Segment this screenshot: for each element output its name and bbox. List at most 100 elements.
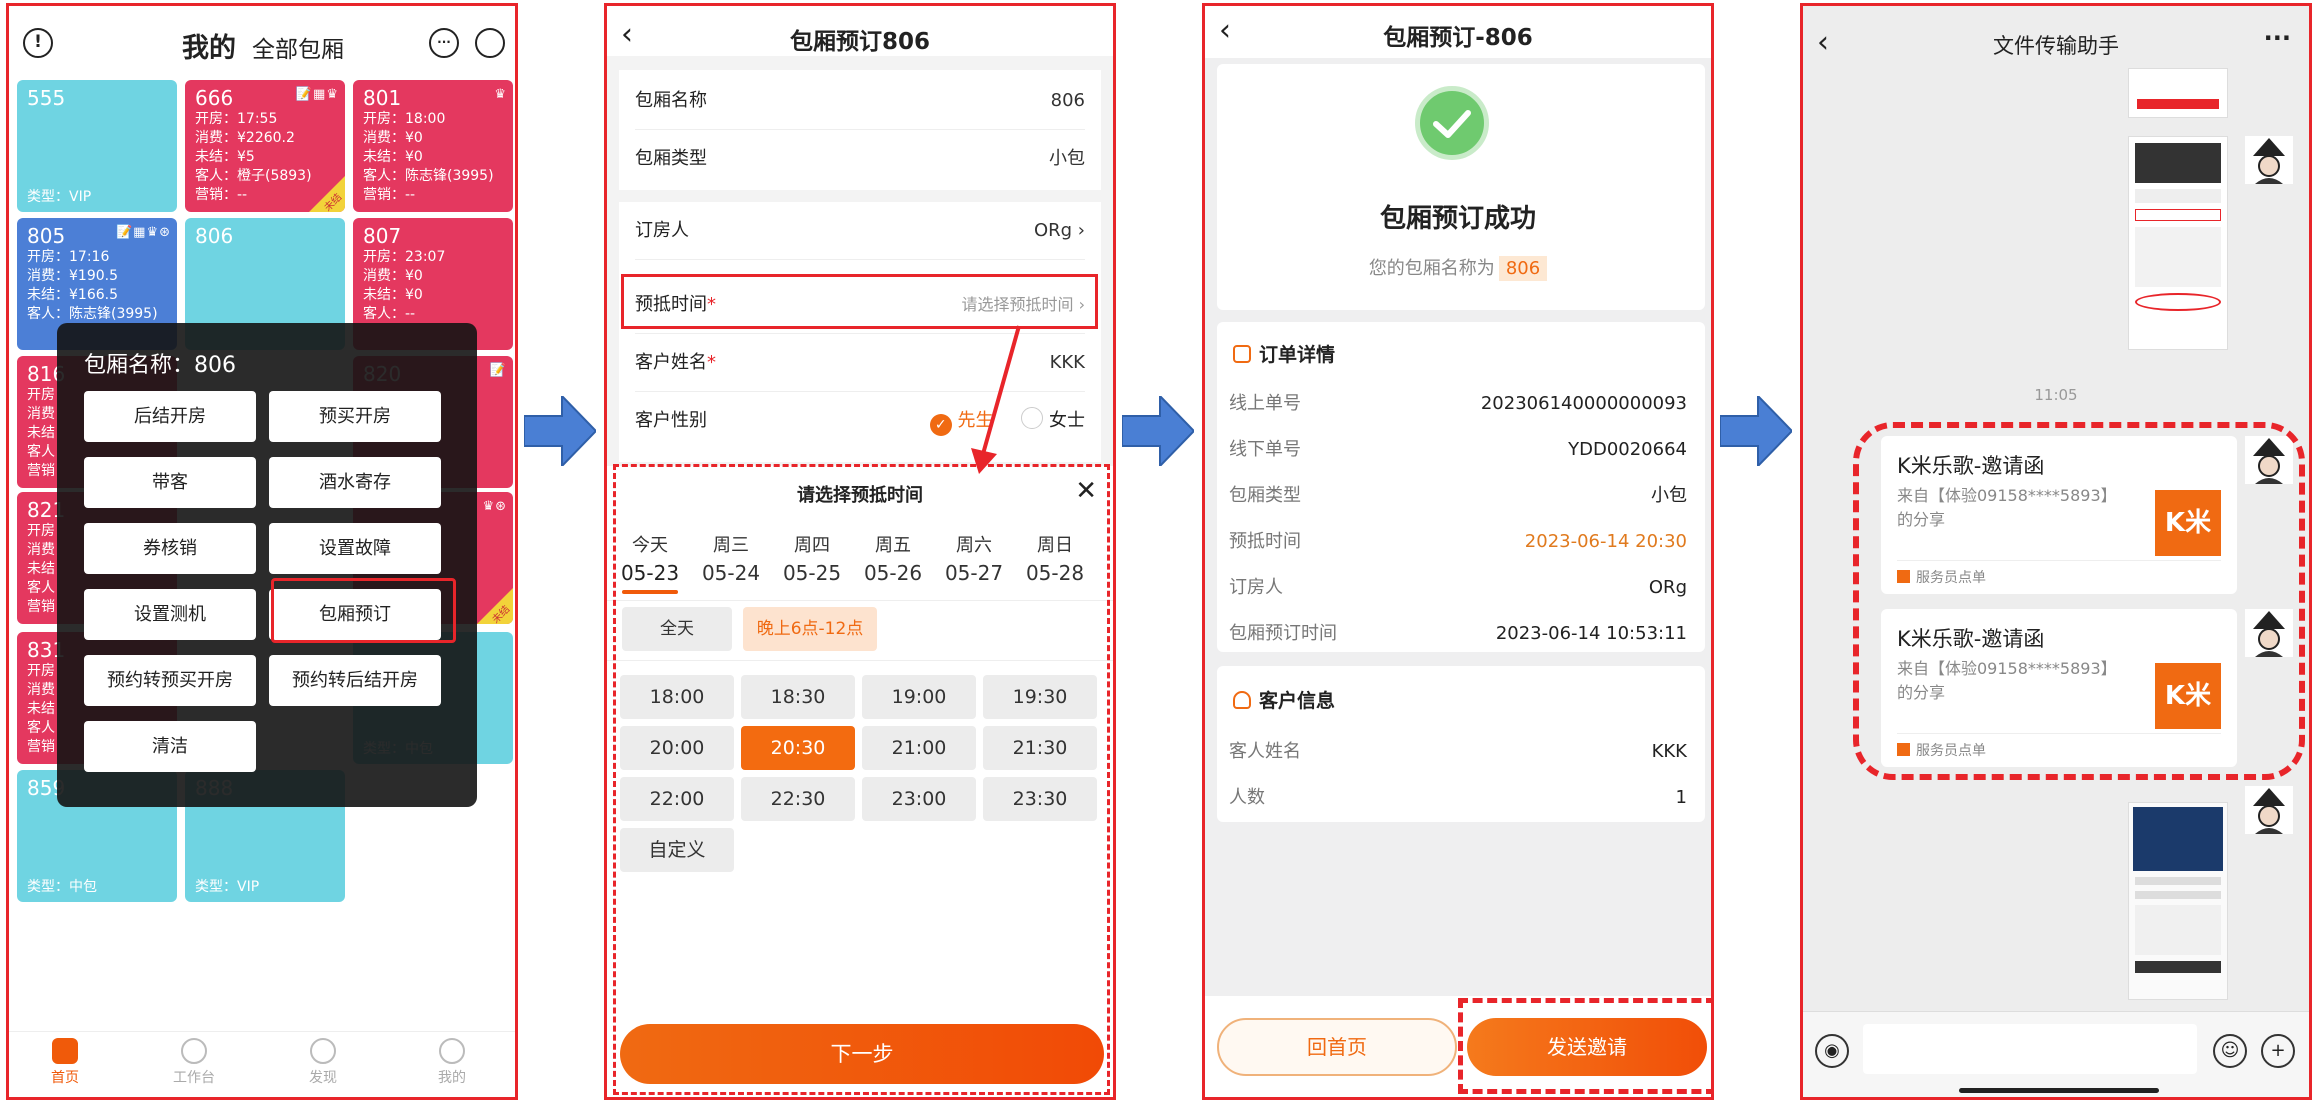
menu-action-button[interactable]: 预买开房 <box>269 391 441 442</box>
room-tile[interactable]: 555 类型：VIP <box>17 80 177 212</box>
detail-row: 客人姓名 KKK <box>1229 737 1687 767</box>
detail-label: 订房人 <box>1229 577 1283 598</box>
menu-title: 包厢名称：806 <box>84 353 236 378</box>
tab-label: 发现 <box>309 1070 337 1086</box>
menu-action-button[interactable]: 预约转预买开房 <box>84 655 256 706</box>
detail-row: 线下单号 YDD0020664 <box>1229 435 1687 465</box>
home-indicator <box>1959 1088 2159 1093</box>
screenshot-message[interactable] <box>2128 136 2228 350</box>
room-stat: 客人：-- <box>363 306 416 322</box>
field-label: 客户性别 <box>635 410 707 431</box>
detail-label: 预抵时间 <box>1229 531 1301 552</box>
page-title: 包厢预订-806 <box>1383 25 1533 51</box>
detail-value: 202306140000000093 <box>1480 393 1687 414</box>
detail-label: 线上单号 <box>1229 393 1301 414</box>
booker-row[interactable]: 订房人 ORg › <box>635 202 1085 260</box>
more-icon[interactable]: ··· <box>2264 24 2291 52</box>
search-icon[interactable] <box>475 28 505 58</box>
success-sub-label: 您的包厢名称为 <box>1368 258 1495 279</box>
room-info-card: 包厢名称 806 包厢类型 小包 <box>619 70 1101 190</box>
message-input[interactable] <box>1863 1024 2197 1074</box>
check-icon <box>1415 86 1489 160</box>
avatar[interactable] <box>2245 786 2293 834</box>
gender-female[interactable]: 女士 <box>1049 410 1085 431</box>
thumb-detail <box>2137 99 2219 109</box>
menu-action-button[interactable]: 后结开房 <box>84 391 256 442</box>
customer-section-title: 客户信息 <box>1233 686 1335 713</box>
add-icon[interactable]: + <box>2261 1034 2295 1068</box>
room-type: 类型：VIP <box>27 189 92 205</box>
order-title: 订单详情 <box>1259 344 1336 366</box>
tab-mine[interactable]: 我的 <box>412 1038 492 1087</box>
room-stat: 客人：陈志锋(3995) <box>27 306 158 322</box>
message-icon[interactable]: ··· <box>429 28 459 58</box>
alert-icon[interactable]: ! <box>23 28 53 58</box>
flow-arrow-icon <box>1122 396 1194 466</box>
home-button[interactable]: 回首页 <box>1217 1018 1457 1076</box>
thumb-detail <box>2135 209 2221 221</box>
tab-discover[interactable]: 发现 <box>283 1038 363 1087</box>
emoji-icon[interactable]: ☺ <box>2213 1034 2247 1068</box>
success-title: 包厢预订成功 <box>1379 204 1536 234</box>
screenshot-message[interactable] <box>2128 802 2228 1000</box>
room-stats: 开房 消费 未结 客人 营销 <box>27 522 55 617</box>
thumb-detail <box>2135 905 2221 955</box>
room-stat: 消费：¥0 <box>363 130 423 146</box>
message-input-bar: ◉ ☺ + <box>1803 1011 2309 1097</box>
room-stat: 客人：橙子(5893) <box>195 168 312 184</box>
room-stat: 未结 <box>27 701 55 717</box>
room-stat: 营销：-- <box>363 187 416 203</box>
room-type: 类型：中包 <box>27 879 97 895</box>
workbench-icon <box>181 1038 207 1064</box>
room-tile[interactable]: 801 ♛ 开房：18:00 消费：¥0 未结：¥0 客人：陈志锋(3995) 营销：-- <box>353 80 513 212</box>
room-stats: 开房：18:00 消费：¥0 未结：¥0 客人：陈志锋(3995) 营销：-- <box>363 110 494 205</box>
voice-icon[interactable]: ◉ <box>1815 1034 1849 1068</box>
tab-workbench[interactable]: 工作台 <box>154 1038 234 1087</box>
compass-icon <box>310 1038 336 1064</box>
thumb-detail <box>2135 293 2221 311</box>
screenshot-message[interactable] <box>2128 68 2228 118</box>
avatar[interactable] <box>2245 136 2293 184</box>
room-type: 类型：VIP <box>195 879 260 895</box>
detail-label: 包厢预订时间 <box>1229 623 1337 644</box>
pointer-arrow-icon <box>971 325 1021 474</box>
room-stat: 客人：陈志锋(3995) <box>363 168 494 184</box>
menu-action-button[interactable]: 设置测机 <box>84 589 256 640</box>
tab-home[interactable]: 首页 <box>25 1038 105 1087</box>
room-stat: 未结：¥0 <box>363 287 423 303</box>
thumb-detail <box>2135 891 2221 899</box>
field-value: 806 <box>1050 90 1085 111</box>
room-type-row: 包厢类型 小包 <box>635 130 1085 188</box>
room-stat: 消费：¥0 <box>363 268 423 284</box>
tab-label: 首页 <box>51 1070 79 1086</box>
order-icon <box>1233 345 1251 363</box>
room-stat: 消费 <box>27 406 55 422</box>
room-stats: 开房 消费 未结 客人 营销 <box>27 386 55 481</box>
room-tile[interactable]: 666 📝▦♛ 开房：17:55 消费：¥2260.2 未结：¥5 客人：橙子(5893)… <box>185 80 345 212</box>
room-list-screen: ! 我的 全部包厢 ··· 555 类型：VIP 666 📝▦♛ 开房：17:55 消费：… <box>6 3 518 1100</box>
room-action-menu: 包厢名称：806 后结开房 预买开房 带客 酒水寄存 券核销 设置故障 设置测机 包厢预订 预约… <box>57 323 477 807</box>
filter-all-rooms[interactable]: 全部包厢 <box>252 30 344 64</box>
field-label: 包厢类型 <box>635 148 707 169</box>
header: ! 我的 全部包厢 ··· <box>9 6 515 78</box>
room-number: 805 <box>27 224 66 248</box>
menu-action-button[interactable]: 清洁 <box>84 721 256 772</box>
menu-action-button[interactable]: 带客 <box>84 457 256 508</box>
room-stat: 开房：17:16 <box>27 249 110 265</box>
menu-action-button[interactable]: 券核销 <box>84 523 256 574</box>
highlight-box <box>1853 422 2305 780</box>
room-stats: 开房 消费 未结 客人 营销 <box>27 662 55 757</box>
menu-action-button[interactable]: 酒水寄存 <box>269 457 441 508</box>
room-status-icons: ♛ <box>494 87 507 102</box>
room-stats: 开房：23:07 消费：¥0 未结：¥0 客人：-- <box>363 248 445 324</box>
radio-checked-icon[interactable]: ✓ <box>929 414 952 436</box>
room-stat: 消费 <box>27 682 55 698</box>
room-stat: 营销：-- <box>195 187 248 203</box>
menu-action-button[interactable]: 预约转后结开房 <box>269 655 441 706</box>
detail-row: 人数 1 <box>1229 783 1687 813</box>
room-stat: 未结：¥166.5 <box>27 287 118 303</box>
room-name-row: 包厢名称 806 <box>635 72 1085 130</box>
menu-action-button[interactable]: 设置故障 <box>269 523 441 574</box>
field-label: 包厢名称 <box>635 90 707 111</box>
detail-value: KKK <box>1651 741 1687 762</box>
